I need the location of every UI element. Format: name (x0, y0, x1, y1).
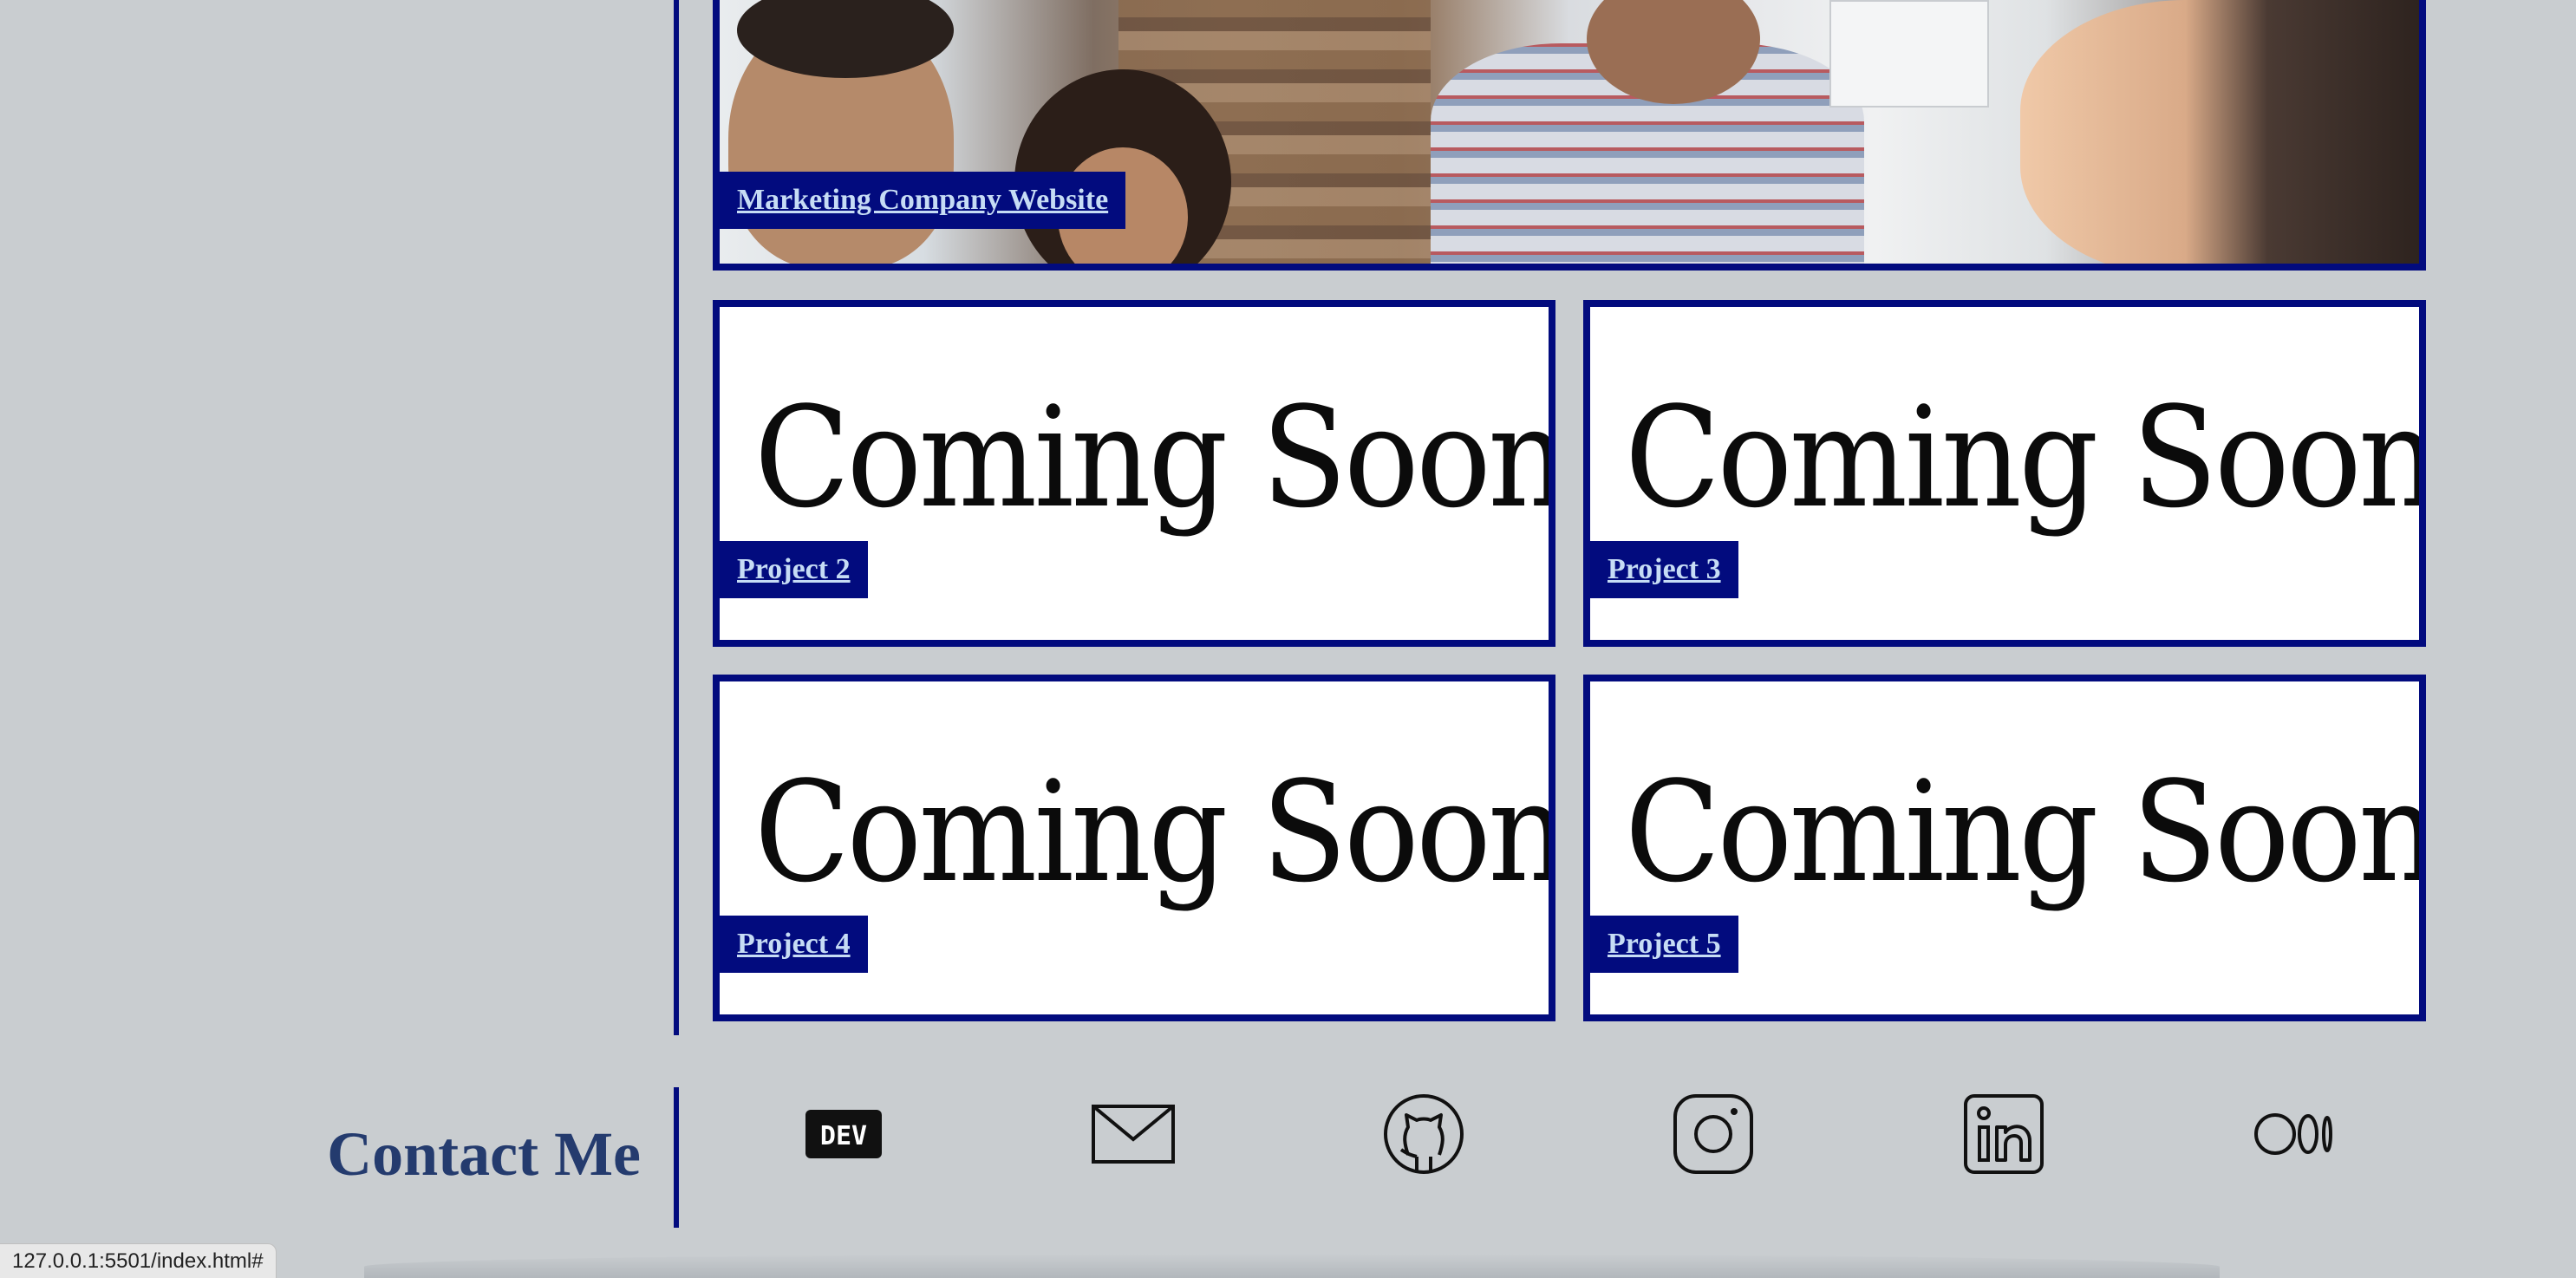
coming-soon-image: Coming Soon (754, 751, 1555, 913)
coming-soon-image: Coming Soon (1625, 376, 2426, 538)
dev-icon[interactable]: DEV (802, 1092, 885, 1176)
linkedin-icon[interactable] (1962, 1092, 2045, 1176)
vertical-divider-contact (674, 1087, 679, 1228)
project-card-3[interactable]: Coming Soon Project 3 (1583, 300, 2426, 647)
project-link-4[interactable]: Project 4 (720, 916, 868, 973)
coming-soon-image: Coming Soon (1625, 751, 2426, 913)
coming-soon-image: Coming Soon (754, 376, 1555, 538)
project-link-2[interactable]: Project 2 (720, 541, 868, 598)
status-bar-url: 127.0.0.1:5501/index.html# (0, 1243, 277, 1278)
contact-title: Contact Me (327, 1119, 641, 1189)
portfolio-page: Marketing Company Website Coming Soon Pr… (0, 0, 2576, 1278)
project-card-5[interactable]: Coming Soon Project 5 (1583, 675, 2426, 1021)
project-link-featured[interactable]: Marketing Company Website (720, 172, 1126, 229)
page-bottom-shadow (364, 1254, 2220, 1278)
project-link-5[interactable]: Project 5 (1590, 916, 1738, 973)
project-card-featured[interactable]: Marketing Company Website (713, 0, 2426, 271)
project-link-3[interactable]: Project 3 (1590, 541, 1738, 598)
project-card-2[interactable]: Coming Soon Project 2 (713, 300, 1555, 647)
mail-icon[interactable] (1092, 1092, 1175, 1176)
vertical-divider-projects (674, 0, 679, 1035)
project-card-4[interactable]: Coming Soon Project 4 (713, 675, 1555, 1021)
medium-icon[interactable] (2253, 1092, 2336, 1176)
svg-text:DEV: DEV (820, 1121, 867, 1151)
instagram-icon[interactable] (1672, 1092, 1755, 1176)
github-icon[interactable] (1382, 1092, 1465, 1176)
